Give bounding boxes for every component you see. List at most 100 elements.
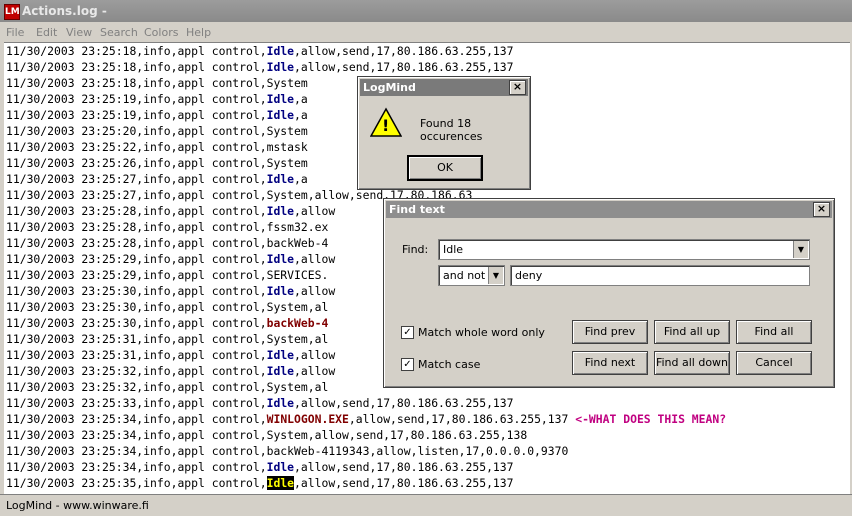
- log-line-highlight: Idle: [266, 252, 295, 266]
- log-line-prefix: 11/30/2003 23:25:35,info,appl control,: [6, 476, 267, 490]
- log-line-prefix: 11/30/2003 23:25:31,info,appl control,: [6, 348, 267, 362]
- log-line-rest: ,allow: [294, 364, 336, 378]
- find-prev-button[interactable]: Find prev: [572, 320, 648, 344]
- match-whole-word-label: Match whole word only: [418, 326, 545, 339]
- log-line-prefix: 11/30/2003 23:25:34,info,appl control,ba…: [6, 444, 569, 458]
- match-whole-word-checkbox[interactable]: ✓: [401, 326, 414, 339]
- alert-message: Found 18 occurences: [420, 117, 483, 143]
- log-line: 11/30/2003 23:25:18,info,appl control,Id…: [6, 59, 514, 75]
- log-line-prefix: 11/30/2003 23:25:32,info,appl control,Sy…: [6, 380, 329, 394]
- alert-title-bar[interactable]: LogMind ×: [360, 79, 528, 96]
- log-line: 11/30/2003 23:25:30,info,appl control,ba…: [6, 315, 328, 331]
- find-title: Find text: [389, 203, 445, 216]
- log-line: 11/30/2003 23:25:29,info,appl control,SE…: [6, 267, 328, 283]
- chevron-down-icon[interactable]: ▼: [488, 267, 503, 284]
- log-line-rest: ,allow,send,17,80.186.63.255,137: [294, 44, 514, 58]
- find-label: Find:: [402, 243, 429, 256]
- alert-dialog: LogMind × ! Found 18 occurences OK: [357, 76, 531, 190]
- log-line-prefix: 11/30/2003 23:25:30,info,appl control,: [6, 284, 267, 298]
- log-line: 11/30/2003 23:25:18,info,appl control,Id…: [6, 43, 514, 59]
- log-line: 11/30/2003 23:25:30,info,appl control,Sy…: [6, 299, 328, 315]
- menu-file[interactable]: File: [6, 26, 24, 39]
- log-line-prefix: 11/30/2003 23:25:27,info,appl control,: [6, 172, 267, 186]
- menu-view[interactable]: View: [66, 26, 92, 39]
- log-line-rest: ,allow,send,17,80.186.63.255,137: [294, 476, 514, 490]
- log-line: 11/30/2003 23:25:33,info,appl control,Id…: [6, 395, 514, 411]
- window-title: Actions.log -: [22, 4, 107, 18]
- ok-button[interactable]: OK: [407, 155, 483, 181]
- menu-bar: File Edit View Search Colors Help: [0, 22, 852, 42]
- log-line-prefix: 11/30/2003 23:25:32,info,appl control,: [6, 364, 267, 378]
- log-line: 11/30/2003 23:25:28,info,appl control,ba…: [6, 235, 328, 251]
- log-line-highlight: Idle: [266, 172, 295, 186]
- log-line-prefix: 11/30/2003 23:25:20,info,appl control,Sy…: [6, 124, 308, 138]
- app-icon[interactable]: LM: [4, 4, 20, 20]
- log-line-highlight: Idle: [266, 284, 295, 298]
- title-bar[interactable]: LM Actions.log -: [0, 0, 852, 22]
- log-line-highlight: WINLOGON.EXE: [266, 412, 349, 426]
- log-line: 11/30/2003 23:25:28,info,appl control,Id…: [6, 203, 335, 219]
- log-line-prefix: 11/30/2003 23:25:34,info,appl control,: [6, 460, 267, 474]
- log-line-rest: ,allow,send,17,80.186.63.255,137: [348, 412, 576, 426]
- log-line: 11/30/2003 23:25:35,info,appl control,Id…: [6, 475, 514, 491]
- log-line: 11/30/2003 23:25:32,info,appl control,Sy…: [6, 379, 328, 395]
- alert-close-button[interactable]: ×: [509, 80, 526, 95]
- warning-icon: !: [369, 107, 403, 139]
- log-line-prefix: 11/30/2003 23:25:18,info,appl control,Sy…: [6, 76, 308, 90]
- log-line-prefix: 11/30/2003 23:25:28,info,appl control,: [6, 204, 267, 218]
- log-line-prefix: 11/30/2003 23:25:34,info,appl control,: [6, 412, 267, 426]
- menu-colors[interactable]: Colors: [144, 26, 178, 39]
- find-close-button[interactable]: ×: [813, 202, 830, 217]
- log-line-highlight: Idle: [266, 204, 295, 218]
- log-line-prefix: 11/30/2003 23:25:29,info,appl control,: [6, 252, 267, 266]
- log-line-rest: ,allow,send,17,80.186.63.255,137: [294, 460, 514, 474]
- log-line: 11/30/2003 23:25:34,info,appl control,WI…: [6, 411, 726, 427]
- menu-help[interactable]: Help: [186, 26, 211, 39]
- log-line-prefix: 11/30/2003 23:25:31,info,appl control,Sy…: [6, 332, 329, 346]
- menu-search[interactable]: Search: [100, 26, 138, 39]
- log-line-highlight: Idle: [266, 476, 295, 490]
- find-title-bar[interactable]: Find text ×: [386, 201, 832, 218]
- log-line-prefix: 11/30/2003 23:25:18,info,appl control,: [6, 60, 267, 74]
- second-term-value: deny: [515, 269, 543, 282]
- log-line-highlight: Idle: [266, 108, 295, 122]
- log-line-highlight: Idle: [266, 396, 295, 410]
- menu-edit[interactable]: Edit: [36, 26, 57, 39]
- find-all-down-button[interactable]: Find all down: [654, 351, 730, 375]
- log-line-prefix: 11/30/2003 23:25:30,info,appl control,: [6, 316, 267, 330]
- log-line-rest: ,allow: [294, 252, 336, 266]
- operator-select[interactable]: and not ▼: [438, 265, 505, 286]
- log-line-highlight: Idle: [266, 92, 295, 106]
- chevron-down-icon[interactable]: ▼: [793, 241, 808, 258]
- log-line-rest: ,allow: [294, 348, 336, 362]
- find-input-value: Idle: [443, 243, 464, 256]
- find-all-button[interactable]: Find all: [736, 320, 812, 344]
- warning-glyph: !: [382, 116, 390, 135]
- log-line-prefix: 11/30/2003 23:25:19,info,appl control,: [6, 108, 267, 122]
- log-line-comment: <-WHAT DOES THIS MEAN?: [575, 412, 727, 426]
- alert-title: LogMind: [363, 81, 416, 94]
- log-line-prefix: 11/30/2003 23:25:30,info,appl control,Sy…: [6, 300, 329, 314]
- log-line-highlight: Idle: [266, 460, 295, 474]
- log-line-prefix: 11/30/2003 23:25:22,info,appl control,ms…: [6, 140, 308, 154]
- log-line-highlight: Idle: [266, 364, 295, 378]
- log-line-highlight: Idle: [266, 44, 295, 58]
- match-case-checkbox[interactable]: ✓: [401, 358, 414, 371]
- log-line-rest: ,allow: [294, 284, 336, 298]
- log-line: 11/30/2003 23:25:34,info,appl control,Sy…: [6, 427, 527, 443]
- log-line-prefix: 11/30/2003 23:25:28,info,appl control,fs…: [6, 220, 329, 234]
- log-line: 11/30/2003 23:25:31,info,appl control,Id…: [6, 347, 335, 363]
- log-line-prefix: 11/30/2003 23:25:34,info,appl control,Sy…: [6, 428, 528, 442]
- log-line-prefix: 11/30/2003 23:25:18,info,appl control,: [6, 44, 267, 58]
- cancel-button[interactable]: Cancel: [736, 351, 812, 375]
- log-line: 11/30/2003 23:25:28,info,appl control,fs…: [6, 219, 328, 235]
- log-line: 11/30/2003 23:25:30,info,appl control,Id…: [6, 283, 335, 299]
- match-case-label: Match case: [418, 358, 481, 371]
- second-term-input[interactable]: deny: [510, 265, 810, 286]
- log-line-prefix: 11/30/2003 23:25:29,info,appl control,SE…: [6, 268, 329, 282]
- find-all-up-button[interactable]: Find all up: [654, 320, 730, 344]
- log-line-highlight: backWeb-4: [266, 316, 329, 330]
- find-next-button[interactable]: Find next: [572, 351, 648, 375]
- find-input[interactable]: Idle ▼: [438, 239, 810, 260]
- log-line-prefix: 11/30/2003 23:25:28,info,appl control,ba…: [6, 236, 329, 250]
